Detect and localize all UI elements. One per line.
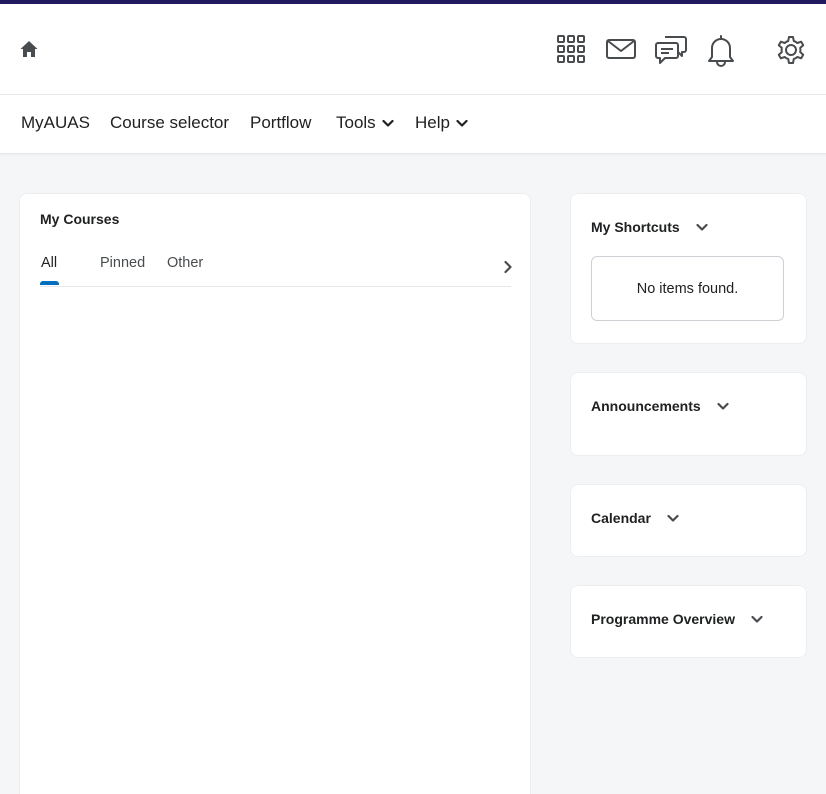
- programme-overview-header[interactable]: Programme Overview: [591, 611, 763, 627]
- tab-all[interactable]: All: [41, 255, 57, 271]
- mail-icon: [606, 39, 636, 59]
- nav-item-portflow[interactable]: Portflow: [250, 113, 311, 133]
- notifications-button[interactable]: [702, 30, 740, 70]
- nav-item-label: Tools: [336, 113, 376, 132]
- tab-pinned[interactable]: Pinned: [100, 255, 145, 271]
- nav-item-label: Portflow: [250, 113, 312, 132]
- my-courses-widget: My Courses All Pinned Other: [20, 194, 530, 794]
- mail-button[interactable]: [602, 30, 640, 68]
- widget-title: Announcements: [591, 398, 701, 414]
- chevron-down-icon: [696, 223, 708, 232]
- nav-item-course-selector[interactable]: Course selector: [110, 113, 229, 133]
- settings-button[interactable]: [771, 30, 811, 70]
- chevron-down-icon: [667, 514, 679, 523]
- programme-overview-widget: Programme Overview: [571, 586, 806, 657]
- selected-tab-indicator: [40, 281, 59, 285]
- nav-item-help[interactable]: Help: [415, 113, 468, 133]
- main-navigation: MyAUAS Course selector Portflow Tools He…: [0, 95, 826, 154]
- announcements-header[interactable]: Announcements: [591, 398, 729, 414]
- widget-title: My Shortcuts: [591, 219, 680, 235]
- my-shortcuts-widget: My Shortcuts No items found.: [571, 194, 806, 343]
- chat-button[interactable]: [651, 30, 691, 70]
- course-tabs: All Pinned Other: [40, 246, 512, 287]
- home-icon: [20, 41, 38, 57]
- home-button[interactable]: [14, 34, 44, 64]
- nav-item-tools[interactable]: Tools: [336, 113, 394, 133]
- nav-item-label: Help: [415, 113, 450, 132]
- calendar-header[interactable]: Calendar: [591, 510, 679, 526]
- header: [0, 4, 826, 95]
- tab-other[interactable]: Other: [167, 255, 203, 271]
- chevron-down-icon: [382, 119, 394, 128]
- nav-item-label: MyAUAS: [21, 113, 90, 132]
- nav-item-myauas[interactable]: MyAUAS: [21, 113, 90, 133]
- nav-item-label: Course selector: [110, 113, 230, 132]
- announcements-widget: Announcements: [571, 373, 806, 455]
- chevron-down-icon: [751, 615, 763, 624]
- chat-icon: [655, 36, 687, 64]
- chevron-down-icon: [456, 119, 468, 128]
- empty-state-message: No items found.: [591, 256, 784, 321]
- chevron-down-icon: [717, 402, 729, 411]
- gear-icon: [777, 36, 805, 64]
- widget-title: Programme Overview: [591, 611, 735, 627]
- bell-icon: [708, 35, 734, 67]
- chevron-right-icon: [504, 260, 512, 274]
- my-shortcuts-header[interactable]: My Shortcuts: [591, 219, 708, 235]
- widget-title: Calendar: [591, 510, 651, 526]
- apps-button[interactable]: [552, 30, 590, 68]
- apps-grid-icon: [557, 35, 585, 63]
- my-courses-title: My Courses: [40, 211, 120, 227]
- calendar-widget: Calendar: [571, 485, 806, 556]
- tabs-scroll-right-button[interactable]: [498, 256, 518, 278]
